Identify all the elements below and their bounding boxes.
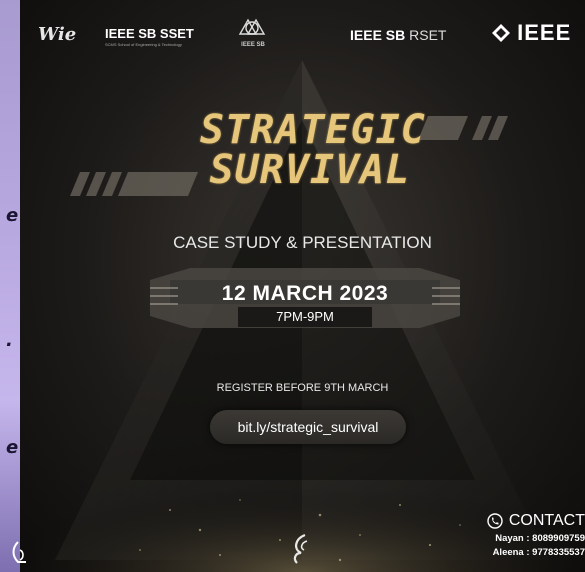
contact-block: CONTACT Nayan : 8089909759 Aleena : 9778… (450, 512, 585, 558)
contact-phone: Aleena : 9778335537 (492, 547, 585, 558)
text-fragment: e (6, 437, 19, 458)
ieee-sb-sset-logo: IEEE SB SSET SCMS School of Engineering … (105, 26, 194, 47)
contact-heading: CONTACT (508, 512, 585, 529)
registration-deadline: REGISTER BEFORE 9TH MARCH (216, 382, 389, 394)
wie-logo-icon (12, 541, 26, 563)
sponsor-logos: Wie IEEE SB SSET SCMS School of Engineer… (20, 18, 585, 54)
event-date: 12 MARCH 2023 (221, 282, 389, 305)
event-date-band: 12 MARCH 2023 7PM-9PM (210, 270, 400, 330)
event-time: 7PM-9PM (276, 309, 334, 324)
event-title: STRATEGIC SURVIVAL (200, 107, 426, 193)
ieee-sb-emblem-icon (238, 18, 266, 35)
ieee-sb-logo: IEEE SB (234, 14, 272, 48)
screenshot: e . e Wie IEEE SB SSET SCMS School of En… (0, 0, 585, 572)
event-poster: Wie IEEE SB SSET SCMS School of Engineer… (20, 0, 585, 572)
ieee-sb-rset-logo: IEEE SB RSET (350, 27, 447, 43)
phone-icon (487, 513, 503, 529)
text-fragment: . (6, 330, 13, 351)
text-fragment: e (6, 205, 19, 226)
registration-link[interactable]: bit.ly/strategic_survival (210, 410, 406, 444)
contact-phone: Nayan : 8089909759 (495, 533, 585, 544)
wie-logo: Wie (38, 24, 77, 45)
ias-logo-icon (293, 533, 308, 564)
event-subtitle: CASE STUDY & PRESENTATION (173, 233, 432, 252)
ieee-logo: IEEE (492, 20, 571, 46)
ieee-diamond-icon (492, 24, 510, 42)
